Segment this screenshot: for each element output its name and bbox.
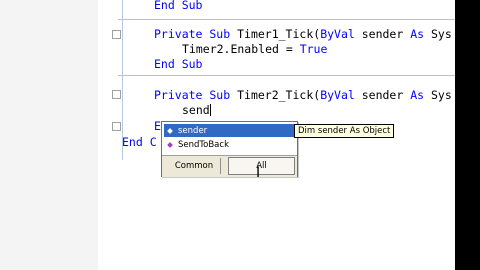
quickinfo-tooltip: Dim sender As Object	[294, 124, 395, 138]
code-line: End C	[122, 135, 157, 149]
method-icon: ◆	[167, 140, 173, 149]
tab-all[interactable]: All	[228, 157, 295, 175]
intellisense-tabs: Common All	[162, 155, 297, 177]
intellisense-popup[interactable]: ◆ sender ◆ SendToBack Common All	[161, 121, 298, 177]
variable-icon: ◆	[167, 126, 173, 135]
code-line: End Sub	[154, 57, 203, 71]
code-line: End Sub	[154, 0, 203, 12]
collapse-toggle-icon[interactable]	[112, 30, 121, 39]
code-line: E	[154, 119, 161, 133]
code-line: Private Sub Timer2_Tick(ByVal sender As …	[154, 88, 452, 102]
code-line: Timer2.Enabled = True	[182, 42, 328, 56]
completion-item-sender[interactable]: ◆ sender	[164, 124, 294, 137]
text-caret	[209, 104, 211, 116]
method-separator	[118, 75, 455, 76]
collapse-toggle-icon[interactable]	[112, 122, 121, 131]
code-line: send	[182, 103, 211, 117]
method-separator	[118, 19, 455, 20]
completion-item-sendtoback[interactable]: ◆ SendToBack	[164, 138, 294, 151]
text-cursor-icon: I	[256, 165, 261, 181]
left-background	[0, 0, 98, 270]
tab-common[interactable]: Common	[168, 158, 221, 174]
code-line: Private Sub Timer1_Tick(ByVal sender As …	[154, 27, 452, 41]
collapse-toggle-icon[interactable]	[112, 90, 121, 99]
right-background	[455, 0, 480, 270]
typed-text: send	[182, 103, 210, 117]
